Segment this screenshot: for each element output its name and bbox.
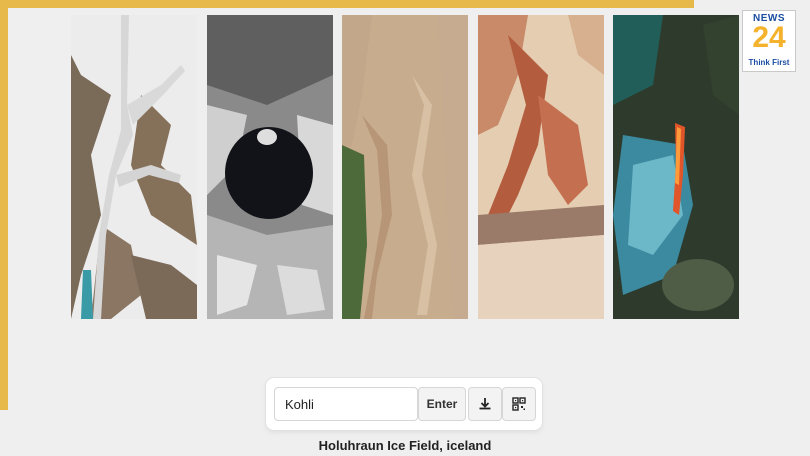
search-bar: Enter bbox=[266, 378, 542, 430]
glacier-image bbox=[71, 15, 197, 319]
crater-lake-image bbox=[207, 15, 333, 319]
gallery-panel-lava-field[interactable] bbox=[613, 15, 739, 319]
enter-button[interactable]: Enter bbox=[418, 387, 466, 421]
qr-code-icon bbox=[512, 397, 526, 411]
gallery-panel-crater-lake[interactable] bbox=[207, 15, 333, 319]
qr-code-button[interactable] bbox=[502, 387, 536, 421]
desert-fault-image bbox=[342, 15, 468, 319]
download-icon bbox=[479, 398, 491, 410]
accent-frame-top bbox=[0, 0, 694, 8]
logo-tagline: Think First bbox=[748, 58, 790, 67]
search-input[interactable] bbox=[274, 387, 418, 421]
news24-logo: NEWS 24 Think First bbox=[742, 10, 796, 72]
red-canyon-image bbox=[478, 15, 604, 319]
download-button[interactable] bbox=[468, 387, 502, 421]
accent-frame-left bbox=[0, 0, 8, 410]
logo-number: 24 bbox=[752, 21, 786, 54]
satellite-gallery bbox=[71, 15, 739, 319]
gallery-panel-glacier[interactable] bbox=[71, 15, 197, 319]
gallery-panel-red-canyon[interactable] bbox=[478, 15, 604, 319]
gallery-panel-desert-fault[interactable] bbox=[342, 15, 468, 319]
lava-field-image bbox=[613, 15, 739, 319]
image-caption: Holuhraun Ice Field, iceland bbox=[318, 438, 492, 453]
